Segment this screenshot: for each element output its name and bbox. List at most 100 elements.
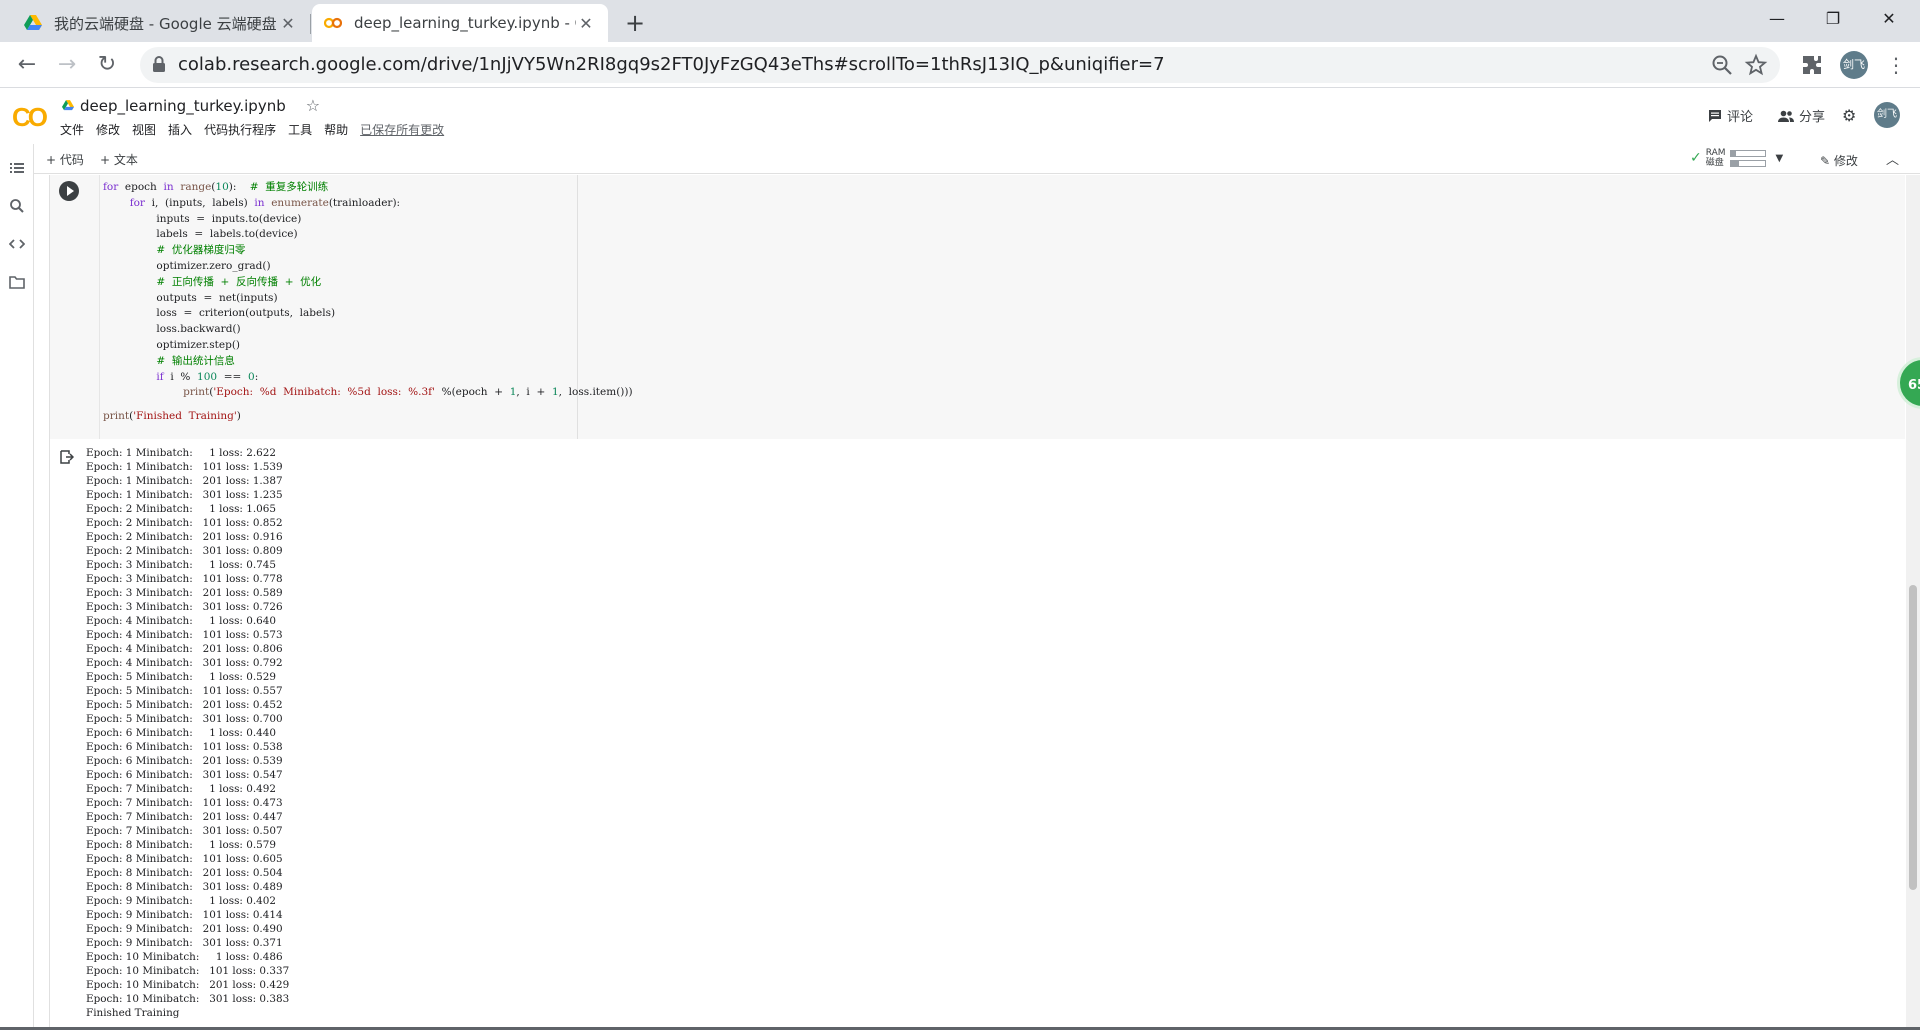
ram-label: RAM	[1705, 148, 1726, 158]
google-drive-icon	[24, 14, 42, 32]
code-snippets-icon[interactable]	[8, 236, 26, 252]
zoom-icon[interactable]	[1710, 53, 1734, 77]
search-icon[interactable]	[9, 198, 25, 214]
new-tab-icon[interactable]: +	[620, 8, 650, 38]
comment-label: 评论	[1727, 110, 1754, 125]
code-token: inputs = inputs.to(device)	[103, 212, 302, 225]
menu-view[interactable]: 视图	[132, 121, 156, 138]
colab-header: CO deep_learning_turkey.ipynb ☆ 文件 修改 视图…	[0, 88, 1920, 144]
add-text-button[interactable]: + 文本	[100, 151, 138, 168]
star-icon[interactable]: ☆	[306, 96, 320, 115]
code-token: 'Finished Training'	[133, 410, 237, 423]
output-redirect-icon[interactable]	[60, 449, 75, 464]
back-icon[interactable]: ←	[12, 50, 42, 80]
notebook-scrollbar[interactable]	[1906, 175, 1920, 1030]
tab-title: 我的云端硬盘 - Google 云端硬盘	[54, 14, 277, 33]
people-icon	[1778, 110, 1794, 122]
code-token: i %	[163, 370, 198, 383]
pencil-icon: ✎	[1820, 154, 1831, 168]
code-line: if i % 100 == 0:	[103, 370, 633, 386]
code-line: outputs = net(inputs)	[103, 291, 633, 307]
bookmark-star-icon[interactable]	[1744, 53, 1768, 77]
code-line: loss = criterion(outputs, labels)	[103, 306, 633, 322]
menu-file[interactable]: 文件	[60, 121, 84, 138]
output-line: Epoch: 5 Minibatch: 201 loss: 0.452	[86, 699, 283, 711]
code-token: (trainloader):	[328, 196, 401, 209]
output-line: Epoch: 7 Minibatch: 1 loss: 0.492	[86, 783, 276, 795]
browser-menu-icon[interactable]: ⋮	[1884, 53, 1908, 77]
reload-icon[interactable]: ↻	[92, 50, 122, 80]
connected-check-icon: ✓	[1690, 150, 1702, 166]
notebook-title[interactable]: deep_learning_turkey.ipynb	[80, 97, 286, 115]
ram-usage-bar	[1729, 149, 1766, 157]
code-line: # 优化器梯度归零	[103, 243, 633, 259]
tab-colab-notebook[interactable]: deep_learning_turkey.ipynb - Colaborator…	[312, 4, 608, 42]
maximize-icon[interactable]: ❐	[1810, 4, 1856, 34]
chevron-up-icon[interactable]: ︿	[1886, 149, 1899, 168]
code-line: for epoch in range(10): # 重复多轮训练	[103, 180, 633, 196]
resource-monitor[interactable]: ✓ RAM 磁盘 ▼	[1690, 148, 1783, 168]
code-line: optimizer.step()	[103, 338, 633, 354]
extensions-icon[interactable]	[1800, 53, 1824, 77]
code-token: 100	[197, 370, 218, 383]
output-line: Epoch: 3 Minibatch: 301 loss: 0.726	[86, 601, 283, 613]
output-line: Epoch: 6 Minibatch: 1 loss: 0.440	[86, 727, 276, 739]
close-tab-icon[interactable]: ✕	[278, 14, 298, 33]
output-line: Epoch: 5 Minibatch: 1 loss: 0.529	[86, 671, 276, 683]
output-line: Epoch: 1 Minibatch: 1 loss: 2.622	[86, 447, 276, 459]
folder-icon[interactable]	[9, 274, 25, 290]
add-code-button[interactable]: + 代码	[46, 151, 84, 168]
code-token: outputs = net(inputs)	[103, 291, 278, 304]
run-cell-icon[interactable]	[59, 181, 79, 201]
browser-toolbar: ← → ↻ colab.research.google.com/drive/1n…	[0, 42, 1920, 88]
colab-icon	[324, 14, 342, 32]
output-line: Epoch: 5 Minibatch: 301 loss: 0.700	[86, 713, 283, 725]
output-line: Epoch: 2 Minibatch: 1 loss: 1.065	[86, 503, 276, 515]
scrollbar-thumb[interactable]	[1909, 585, 1917, 890]
saved-status[interactable]: 已保存所有更改	[360, 121, 444, 138]
output-line: Epoch: 3 Minibatch: 101 loss: 0.778	[86, 573, 283, 585]
output-line: Epoch: 8 Minibatch: 101 loss: 0.605	[86, 853, 283, 865]
menu-edit[interactable]: 修改	[96, 121, 120, 138]
code-token: 'Epoch: %d Minibatch: %5d loss: %.3f'	[213, 386, 435, 399]
close-tab-icon[interactable]: ✕	[576, 14, 596, 33]
code-cell[interactable]: for epoch in range(10): # 重复多轮训练 for i, …	[49, 175, 1905, 439]
code-token: 10	[215, 181, 229, 193]
tab-separator	[310, 14, 311, 34]
window-close-icon[interactable]: ✕	[1866, 4, 1912, 34]
code-token: # 输出统计信息	[156, 354, 235, 367]
menu-help[interactable]: 帮助	[324, 121, 348, 138]
code-line: print('Epoch: %d Minibatch: %5d loss: %.…	[103, 385, 632, 401]
address-bar[interactable]: colab.research.google.com/drive/1nJjVY5W…	[140, 47, 1780, 83]
output-line: Epoch: 2 Minibatch: 101 loss: 0.852	[86, 517, 283, 529]
menu-tools[interactable]: 工具	[288, 121, 312, 138]
profile-avatar[interactable]: 剑飞	[1840, 51, 1868, 79]
forward-icon[interactable]: →	[52, 50, 82, 80]
cell-output-text: Epoch: 1 Minibatch: 1 loss: 2.622 Epoch: …	[86, 446, 289, 1020]
table-of-contents-icon[interactable]	[9, 160, 25, 176]
code-token: ):	[228, 181, 250, 193]
output-area: Epoch: 1 Minibatch: 1 loss: 2.622 Epoch: …	[49, 439, 1905, 1030]
tab-google-drive[interactable]: 我的云端硬盘 - Google 云端硬盘 ✕	[12, 4, 310, 42]
chevron-down-icon[interactable]: ▼	[1776, 153, 1784, 164]
cell-gutter	[99, 175, 100, 439]
settings-gear-icon[interactable]: ⚙	[1842, 106, 1856, 125]
colab-logo[interactable]: CO	[12, 102, 48, 133]
code-line: # 正向传播 + 反向传播 + 优化	[103, 275, 633, 291]
output-line: Epoch: 8 Minibatch: 1 loss: 0.579	[86, 839, 276, 851]
menu-insert[interactable]: 插入	[168, 121, 192, 138]
code-editor[interactable]: for epoch in range(10): # 重复多轮训练 for i, …	[103, 180, 633, 425]
menu-runtime[interactable]: 代码执行程序	[204, 121, 276, 138]
output-line: Epoch: 9 Minibatch: 301 loss: 0.371	[86, 937, 283, 949]
colab-profile-avatar[interactable]: 剑飞	[1874, 102, 1900, 128]
lock-icon[interactable]	[152, 56, 166, 76]
comment-button[interactable]: 评论	[1708, 106, 1753, 125]
output-line: Epoch: 10 Minibatch: 101 loss: 0.337	[86, 965, 290, 977]
drive-file-icon	[62, 100, 74, 111]
code-token: print	[183, 386, 210, 399]
minimize-icon[interactable]: —	[1754, 4, 1800, 34]
share-button[interactable]: 分享	[1778, 106, 1825, 125]
code-token: # 正向传播 + 反向传播 + 优化	[156, 275, 322, 288]
edit-button[interactable]: ✎ 修改	[1820, 152, 1858, 169]
